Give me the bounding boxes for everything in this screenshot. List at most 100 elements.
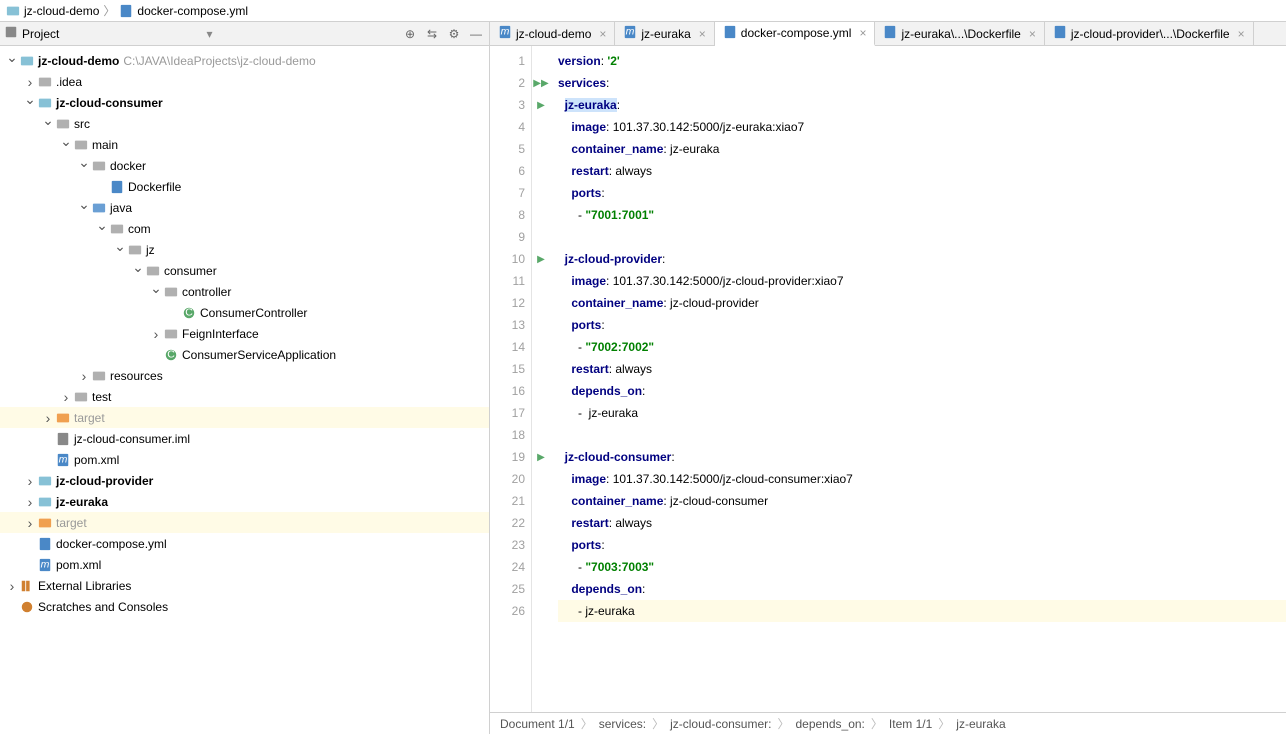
run-icon[interactable]: ▶ (537, 452, 545, 463)
tree-ext-libs[interactable]: External Libraries (0, 575, 489, 596)
code-editor[interactable]: 1234567891011121314151617181920212223242… (490, 46, 1286, 712)
editor-tab[interactable]: jz-cloud-provider\...\Dockerfile × (1045, 22, 1254, 45)
tab-label: docker-compose.yml (741, 26, 852, 40)
tree-target-mod[interactable]: target (0, 407, 489, 428)
tree-root[interactable]: jz-cloud-demoC:\JAVA\IdeaProjects\jz-clo… (0, 50, 489, 71)
module-icon (36, 96, 54, 110)
run-gutter[interactable]: ▶▶▶▶▶ (532, 46, 550, 712)
run-icon[interactable]: ▶ (537, 100, 545, 111)
breadcrumb: jz-cloud-demo 〉 docker-compose.yml (0, 0, 1286, 22)
package-icon (162, 327, 180, 341)
dropdown-icon[interactable]: ▾ (206, 27, 212, 41)
project-label[interactable]: Project (22, 27, 202, 41)
breadcrumb-file[interactable]: docker-compose.yml (137, 4, 248, 18)
tree-consumer-controller[interactable]: CConsumerController (0, 302, 489, 323)
hide-icon[interactable]: — (467, 25, 485, 43)
editor-tab[interactable]: docker-compose.yml× (715, 22, 876, 46)
docker-file-icon (108, 180, 126, 194)
editor-tab[interactable]: m jz-cloud-demo × (490, 22, 615, 45)
tree-test[interactable]: test (0, 386, 489, 407)
tab-label: jz-euraka (641, 27, 690, 41)
status-p3[interactable]: depends_on: (795, 717, 864, 731)
svg-text:m: m (41, 558, 50, 570)
tree-src[interactable]: src (0, 113, 489, 134)
package-icon (162, 285, 180, 299)
folder-icon (72, 390, 90, 404)
excluded-folder-icon (54, 411, 72, 425)
tree-idea[interactable]: .idea (0, 71, 489, 92)
tree-docker[interactable]: docker (0, 155, 489, 176)
svg-text:C: C (185, 306, 193, 318)
file-icon (723, 25, 737, 42)
package-icon (144, 264, 162, 278)
chevron-right-icon: 〉 (103, 2, 115, 19)
source-folder-icon (90, 201, 108, 215)
status-p1[interactable]: services: (599, 717, 646, 731)
status-p4[interactable]: Item 1/1 (889, 717, 932, 731)
svg-text:m: m (59, 453, 68, 465)
tree-resources[interactable]: resources (0, 365, 489, 386)
tab-label: jz-cloud-demo (516, 27, 591, 41)
status-doc: Document 1/1 (500, 717, 575, 731)
file-icon (883, 25, 897, 42)
tab-label: jz-euraka\...\Dockerfile (901, 27, 1020, 41)
status-p2[interactable]: jz-cloud-consumer: (670, 717, 771, 731)
tree-dockerfile[interactable]: Dockerfile (0, 176, 489, 197)
iml-file-icon (54, 432, 72, 446)
tree-target-root[interactable]: target (0, 512, 489, 533)
tree-compose[interactable]: docker-compose.yml (0, 533, 489, 554)
file-icon: m (498, 25, 512, 42)
tree-pom-mod[interactable]: mpom.xml (0, 449, 489, 470)
breadcrumb-root[interactable]: jz-cloud-demo (24, 4, 99, 18)
tree-consumer-pkg[interactable]: consumer (0, 260, 489, 281)
tree-com[interactable]: com (0, 218, 489, 239)
tree-pom-root[interactable]: mpom.xml (0, 554, 489, 575)
close-icon[interactable]: × (855, 26, 866, 40)
package-icon (108, 222, 126, 236)
folder-icon (36, 75, 54, 89)
yml-file-icon (36, 537, 54, 551)
tab-label: jz-cloud-provider\...\Dockerfile (1071, 27, 1230, 41)
class-icon: C (180, 306, 198, 320)
editor-tab[interactable]: jz-euraka\...\Dockerfile × (875, 22, 1044, 45)
tree-main[interactable]: main (0, 134, 489, 155)
run-icon[interactable]: ▶ (537, 254, 545, 265)
line-gutter: 1234567891011121314151617181920212223242… (490, 46, 532, 712)
module-icon (6, 4, 20, 18)
scratch-icon (18, 600, 36, 614)
project-tree[interactable]: jz-cloud-demoC:\JAVA\IdeaProjects\jz-clo… (0, 46, 489, 734)
tree-controller[interactable]: controller (0, 281, 489, 302)
tree-provider[interactable]: jz-cloud-provider (0, 470, 489, 491)
tree-consumer[interactable]: jz-cloud-consumer (0, 92, 489, 113)
project-panel: Project ▾ ⊕ ⇆ ⚙ — jz-cloud-demoC:\JAVA\I… (0, 22, 490, 734)
close-icon[interactable]: × (1234, 27, 1245, 41)
tree-euraka[interactable]: jz-euraka (0, 491, 489, 512)
close-icon[interactable]: × (1025, 27, 1036, 41)
svg-text:m: m (501, 26, 510, 38)
tree-iml[interactable]: jz-cloud-consumer.iml (0, 428, 489, 449)
folder-icon (90, 159, 108, 173)
close-icon[interactable]: × (695, 27, 706, 41)
expand-icon[interactable]: ⇆ (423, 25, 441, 43)
editor-tab[interactable]: m jz-euraka × (615, 22, 714, 45)
module-icon (36, 495, 54, 509)
yml-file-icon (119, 4, 133, 18)
module-icon (36, 474, 54, 488)
resources-folder-icon (90, 369, 108, 383)
file-icon: m (623, 25, 637, 42)
library-icon (18, 579, 36, 593)
tree-scratches[interactable]: Scratches and Consoles (0, 596, 489, 617)
editor-breadcrumb: Document 1/1〉 services:〉 jz-cloud-consum… (490, 712, 1286, 734)
tree-consumer-app[interactable]: CConsumerServiceApplication (0, 344, 489, 365)
tree-java[interactable]: java (0, 197, 489, 218)
project-view-icon[interactable] (4, 25, 18, 42)
status-p5[interactable]: jz-euraka (956, 717, 1005, 731)
tree-feign[interactable]: FeignInterface (0, 323, 489, 344)
folder-icon (54, 117, 72, 131)
tree-jz[interactable]: jz (0, 239, 489, 260)
maven-file-icon: m (54, 453, 72, 467)
close-icon[interactable]: × (595, 27, 606, 41)
run-icon[interactable]: ▶▶ (533, 78, 548, 89)
target-icon[interactable]: ⊕ (401, 25, 419, 43)
gear-icon[interactable]: ⚙ (445, 25, 463, 43)
